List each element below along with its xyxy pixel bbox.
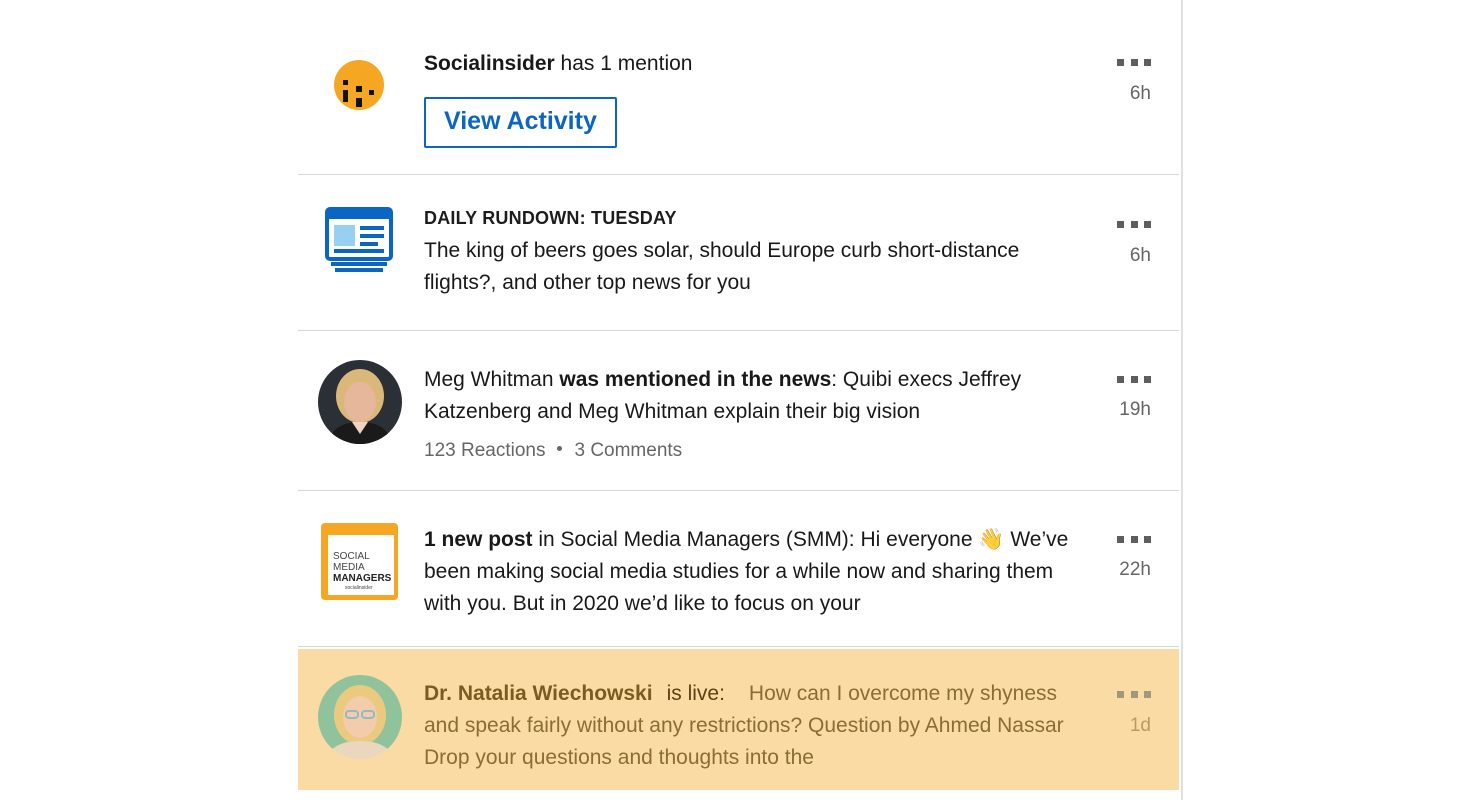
more-options-icon[interactable] [1117,691,1151,699]
person-name[interactable]: Dr. Natalia Wiechowski [424,682,653,705]
more-options-icon[interactable] [1117,221,1151,229]
mention-label: was mentioned in the news [559,368,832,391]
notification-content: 1 new post in Social Media Managers (SMM… [424,524,1094,620]
more-options-icon[interactable] [1117,536,1151,544]
notification-item-socialinsider[interactable]: Socialinsider has 1 mention View Activit… [298,34,1179,175]
notification-content: DAILY RUNDOWN: TUESDAY The king of beers… [424,208,1094,299]
socialinsider-logo[interactable] [334,60,384,115]
reactions-count[interactable]: 123 Reactions [424,440,545,461]
live-label: is live: [666,682,725,705]
notifications-feed: Socialinsider has 1 mention View Activit… [298,0,1183,800]
timestamp: 6h [1129,83,1151,104]
notification-item-meg-whitman[interactable]: Meg Whitman was mentioned in the news: Q… [298,331,1179,491]
notification-item-daily-rundown[interactable]: DAILY RUNDOWN: TUESDAY The king of beers… [298,175,1179,331]
person-name[interactable]: Meg Whitman [424,368,559,391]
view-activity-button[interactable]: View Activity [424,97,617,148]
separator-dot [557,446,563,452]
notification-item-live[interactable]: Dr. Natalia Wiechowski is live: How can I … [298,649,1179,790]
notification-content: Dr. Natalia Wiechowski is live: How can I … [424,678,1094,774]
group-logo-social-media-managers[interactable]: SOCIAL MEDIA MANAGERS socialinsider [321,523,398,600]
newspaper-icon [325,207,393,277]
timestamp: 6h [1129,245,1151,266]
notification-content: Meg Whitman was mentioned in the news: Q… [424,364,1094,462]
group-logo-text: SOCIAL MEDIA MANAGERS socialinsider [333,551,392,591]
avatar-meg-whitman[interactable] [318,360,402,449]
newsletter-title: DAILY RUNDOWN: TUESDAY [424,208,677,228]
notification-text[interactable]: The king of beers goes solar, should Eur… [424,235,1094,299]
notification-text: has 1 mention [554,52,693,75]
timestamp: 1d [1129,715,1151,736]
comments-count[interactable]: 3 Comments [574,440,682,461]
timestamp: 19h [1119,399,1151,420]
timestamp: 22h [1119,559,1151,580]
more-options-icon[interactable] [1117,59,1151,67]
avatar-natalia-wiechowski[interactable] [318,675,402,764]
more-options-icon[interactable] [1117,376,1151,384]
new-post-count: 1 new post [424,528,533,551]
company-name[interactable]: Socialinsider [424,52,555,75]
notification-content: Socialinsider has 1 mention View Activit… [424,48,1094,148]
social-counts: 123 Reactions 3 Comments [424,440,1094,462]
notification-item-group-post[interactable]: SOCIAL MEDIA MANAGERS socialinsider 1 ne… [298,491,1179,647]
